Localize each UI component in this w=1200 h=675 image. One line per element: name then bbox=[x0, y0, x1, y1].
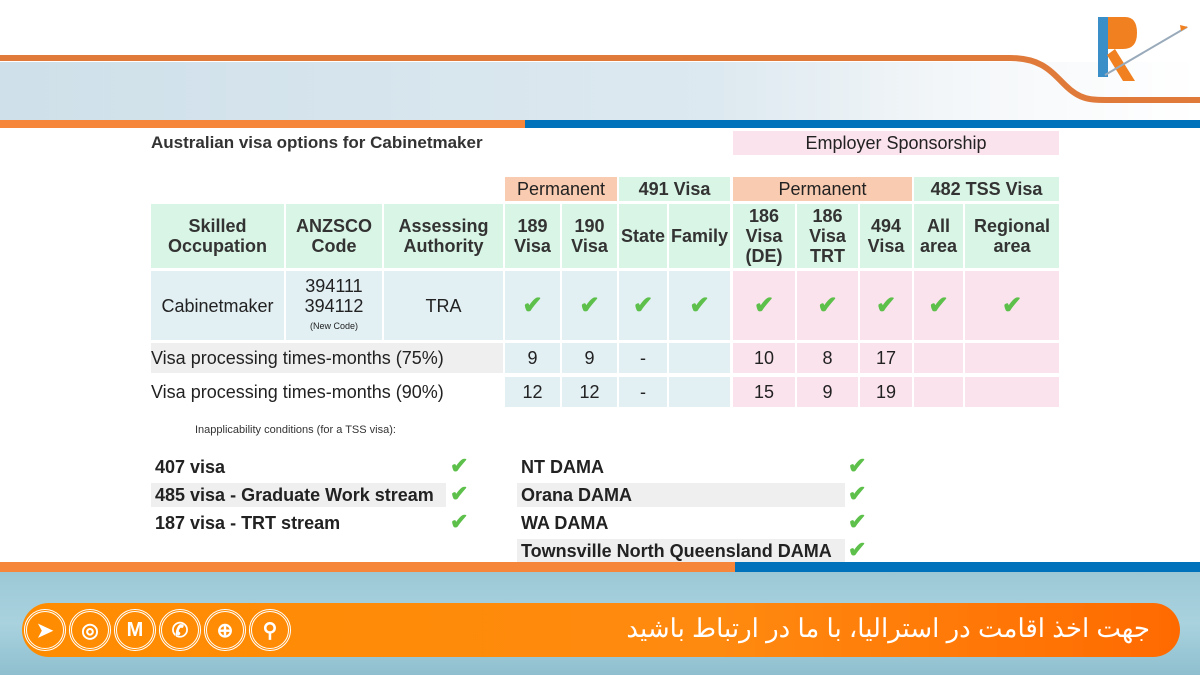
footer-stripe-orange bbox=[0, 562, 735, 572]
column-header: Family bbox=[669, 204, 730, 268]
processing-value: 9 bbox=[505, 343, 560, 373]
processing-value: - bbox=[619, 343, 667, 373]
check-icon: ✔ bbox=[965, 271, 1059, 340]
processing-value bbox=[914, 377, 963, 407]
code: 394112 bbox=[304, 295, 364, 316]
column-header: ANZSCO Code bbox=[286, 204, 382, 268]
authority-cell: TRA bbox=[384, 271, 503, 340]
occupation-cell: Cabinetmaker bbox=[151, 271, 284, 340]
anzsco-cell: 394111 394112 (New Code) bbox=[286, 271, 382, 340]
code-note: (New Code) bbox=[309, 320, 358, 331]
column-header: State bbox=[619, 204, 667, 268]
dama-item: Orana DAMA bbox=[517, 483, 845, 507]
globe-icon[interactable]: ⊕ bbox=[204, 609, 246, 651]
conditions-title: Inapplicability conditions (for a TSS vi… bbox=[195, 424, 396, 436]
dama-item: WA DAMA bbox=[521, 512, 609, 533]
telegram-icon[interactable]: ➤ bbox=[24, 609, 66, 651]
processing-value: 9 bbox=[562, 343, 617, 373]
check-icon: ✔ bbox=[450, 481, 469, 506]
column-header: 189 Visa bbox=[505, 204, 560, 268]
check-icon: ✔ bbox=[914, 271, 963, 340]
processing-value bbox=[965, 377, 1059, 407]
processing-value: 10 bbox=[733, 343, 795, 373]
processing-value: 15 bbox=[733, 377, 795, 407]
check-icon: ✔ bbox=[733, 271, 795, 340]
check-icon: ✔ bbox=[848, 509, 867, 534]
processing-value bbox=[965, 343, 1059, 373]
logo-icon bbox=[1098, 17, 1188, 81]
contact-banner[interactable]: ➤ ◎ M ✆ ⊕ ⚲ جهت اخذ اقامت در استرالیا، با ما … bbox=[22, 603, 1180, 657]
condition-item: 187 visa - TRT stream bbox=[155, 512, 341, 533]
employer-sponsorship-label: Employer Sponsorship bbox=[733, 131, 1059, 155]
processing-value: 12 bbox=[505, 377, 560, 407]
column-header: 190 Visa bbox=[562, 204, 617, 268]
column-header: Assessing Authority bbox=[384, 204, 503, 268]
check-icon: ✔ bbox=[860, 271, 912, 340]
whatsapp-icon[interactable]: ✆ bbox=[159, 609, 201, 651]
processing-value: 12 bbox=[562, 377, 617, 407]
stripe-blue bbox=[525, 120, 1200, 128]
check-icon: ✔ bbox=[848, 453, 867, 478]
check-icon: ✔ bbox=[848, 537, 867, 562]
processing-value bbox=[669, 377, 730, 407]
check-icon: ✔ bbox=[619, 271, 667, 340]
group-482: 482 TSS Visa bbox=[914, 177, 1059, 201]
check-icon: ✔ bbox=[848, 481, 867, 506]
stripe-orange bbox=[0, 120, 525, 128]
instagram-icon[interactable]: ◎ bbox=[69, 609, 111, 651]
check-icon: ✔ bbox=[450, 453, 469, 478]
header-curve bbox=[0, 55, 1200, 103]
check-icon: ✔ bbox=[797, 271, 858, 340]
processing-value bbox=[914, 343, 963, 373]
banner-text: جهت اخذ اقامت در استرالیا، با ما در ارتب… bbox=[626, 613, 1150, 643]
processing-value: 17 bbox=[860, 343, 912, 373]
check-icon: ✔ bbox=[562, 271, 617, 340]
check-icon: ✔ bbox=[669, 271, 730, 340]
code: 394111 bbox=[305, 275, 363, 296]
column-header: All area bbox=[914, 204, 963, 268]
condition-item: 407 visa bbox=[155, 456, 226, 477]
column-header: Skilled Occupation bbox=[151, 204, 284, 268]
condition-item: 485 visa - Graduate Work stream bbox=[151, 483, 446, 507]
group-491: 491 Visa bbox=[619, 177, 730, 201]
group-permanent-2: Permanent bbox=[733, 177, 912, 201]
dama-item: Townsville North Queensland DAMA bbox=[517, 539, 845, 563]
processing-value: 9 bbox=[797, 377, 858, 407]
processing-label: Visa processing times-months (90%) bbox=[151, 382, 444, 402]
column-header: Regional area bbox=[965, 204, 1059, 268]
dama-item: NT DAMA bbox=[521, 456, 604, 477]
m-icon[interactable]: M bbox=[114, 609, 156, 651]
processing-value: 19 bbox=[860, 377, 912, 407]
processing-value: - bbox=[619, 377, 667, 407]
location-icon[interactable]: ⚲ bbox=[249, 609, 291, 651]
column-header: 186 Visa (DE) bbox=[733, 204, 795, 268]
processing-value: 8 bbox=[797, 343, 858, 373]
processing-label: Visa processing times-months (75%) bbox=[151, 343, 503, 373]
page-title: Australian visa options for Cabinetmaker bbox=[151, 133, 483, 152]
group-permanent: Permanent bbox=[505, 177, 617, 201]
footer-stripe-blue bbox=[735, 562, 1200, 572]
check-icon: ✔ bbox=[450, 509, 469, 534]
check-icon: ✔ bbox=[505, 271, 560, 340]
column-header: 494 Visa bbox=[860, 204, 912, 268]
processing-value bbox=[669, 343, 730, 373]
column-header: 186 Visa TRT bbox=[797, 204, 858, 268]
